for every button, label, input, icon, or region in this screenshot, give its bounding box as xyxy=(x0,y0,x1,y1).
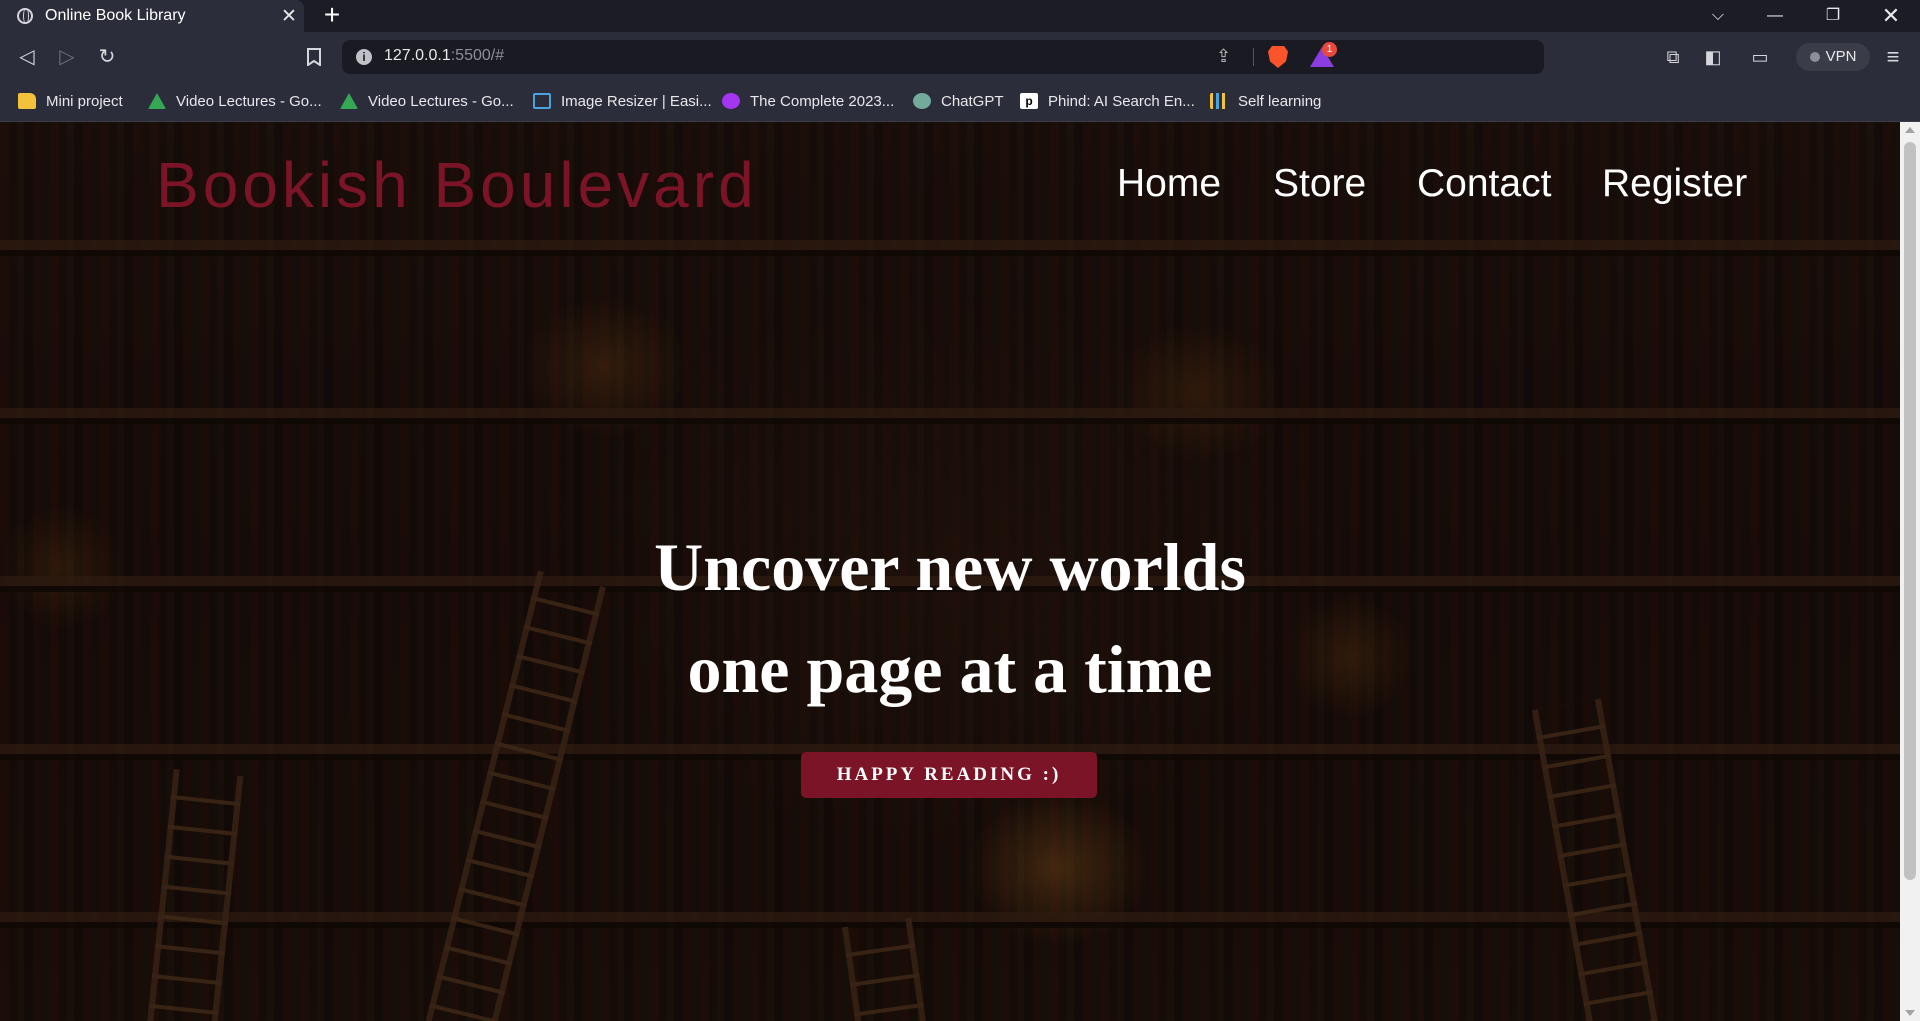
folder-icon xyxy=(18,93,36,109)
bookmark-label: The Complete 2023... xyxy=(750,92,895,110)
nav-home[interactable]: Home xyxy=(1117,162,1221,206)
tab-close-icon[interactable]: ✕ xyxy=(274,5,304,28)
tab-strip: Online Book Library ✕ + ⌵ — ❐ ✕ xyxy=(0,0,1920,32)
image-resizer-icon xyxy=(533,93,551,109)
bookmark-chatgpt[interactable]: ChatGPT xyxy=(913,91,1004,111)
nav-register[interactable]: Register xyxy=(1602,162,1747,206)
sidebar-icon[interactable]: ◧ xyxy=(1698,42,1728,72)
scrollbar-thumb[interactable] xyxy=(1904,142,1916,880)
minimize-button[interactable]: — xyxy=(1750,0,1800,32)
active-tab[interactable]: Online Book Library ✕ xyxy=(0,0,304,32)
close-window-button[interactable]: ✕ xyxy=(1866,0,1916,32)
bookmark-complete-2023[interactable]: The Complete 2023... xyxy=(722,91,894,111)
google-drive-icon xyxy=(148,93,166,109)
bookmark-image-resizer[interactable]: Image Resizer | Easi... xyxy=(533,91,712,111)
happy-reading-button[interactable]: HAPPY READING :) xyxy=(801,752,1097,798)
bookmark-icon[interactable] xyxy=(299,42,329,72)
page-viewport: Bookish Boulevard Home Store Contact Reg… xyxy=(0,122,1900,1021)
scroll-down-arrow-icon[interactable] xyxy=(1905,1010,1915,1016)
bookmark-label: Video Lectures - Go... xyxy=(176,92,322,110)
wallet-icon[interactable]: ▭ xyxy=(1745,42,1775,72)
hero-heading-line-1: Uncover new worlds xyxy=(654,529,1246,605)
site-logo[interactable]: Bookish Boulevard xyxy=(156,148,758,222)
globe-icon xyxy=(17,8,33,24)
google-drive-icon xyxy=(340,93,358,109)
udemy-icon xyxy=(722,93,740,109)
tab-title: Online Book Library xyxy=(45,7,186,24)
url-path: :5500/# xyxy=(450,47,505,64)
brave-shields-icon[interactable] xyxy=(1268,46,1288,68)
bars-icon xyxy=(1210,93,1228,109)
new-tab-button[interactable]: + xyxy=(318,0,346,32)
back-icon[interactable]: ◁ xyxy=(12,42,42,72)
urlbar-divider xyxy=(1253,48,1254,66)
url-text[interactable]: 127.0.0.1:5500/# xyxy=(384,47,504,65)
url-host: 127.0.0.1 xyxy=(384,47,451,64)
nav-contact[interactable]: Contact xyxy=(1417,162,1551,206)
address-bar[interactable]: i 127.0.0.1:5500/# ⇪ 1 xyxy=(342,40,1544,74)
bookmark-label: Video Lectures - Go... xyxy=(368,92,514,110)
bookmark-phind[interactable]: p Phind: AI Search En... xyxy=(1020,91,1195,111)
scroll-up-arrow-icon[interactable] xyxy=(1905,127,1915,133)
bookmark-label: ChatGPT xyxy=(941,92,1004,110)
tab-search-icon[interactable]: ⌵ xyxy=(1693,0,1743,32)
vpn-label: VPN xyxy=(1825,48,1857,65)
bookmark-self-learning[interactable]: Self learning xyxy=(1210,91,1321,111)
chatgpt-icon xyxy=(913,93,931,109)
forward-icon[interactable]: ▷ xyxy=(52,42,82,72)
phind-icon: p xyxy=(1020,93,1038,109)
bookmark-video-lectures-1[interactable]: Video Lectures - Go... xyxy=(148,91,322,111)
bookmark-label: Phind: AI Search En... xyxy=(1048,92,1195,110)
hero-heading-line-2: one page at a time xyxy=(687,631,1213,707)
bookmark-label: Self learning xyxy=(1238,92,1322,110)
vpn-button[interactable]: VPN xyxy=(1796,43,1870,71)
extensions-icon[interactable]: ⧉ xyxy=(1658,42,1688,72)
bookmark-label: Mini project xyxy=(46,92,123,110)
reload-icon[interactable]: ↻ xyxy=(92,42,122,72)
bookmark-video-lectures-2[interactable]: Video Lectures - Go... xyxy=(340,91,514,111)
bookmarks-bar: Mini project Video Lectures - Go... Vide… xyxy=(0,82,1920,122)
bookmark-label: Image Resizer | Easi... xyxy=(561,92,712,110)
maximize-button[interactable]: ❐ xyxy=(1808,0,1858,32)
menu-icon[interactable]: ≡ xyxy=(1878,42,1908,72)
bookmark-mini-project[interactable]: Mini project xyxy=(18,91,123,111)
share-icon[interactable]: ⇪ xyxy=(1216,46,1231,67)
page-scrollbar[interactable] xyxy=(1900,122,1920,1021)
nav-store[interactable]: Store xyxy=(1273,162,1366,206)
site-info-icon[interactable]: i xyxy=(356,49,372,65)
rewards-badge: 1 xyxy=(1322,42,1337,57)
vpn-status-icon xyxy=(1809,52,1820,62)
